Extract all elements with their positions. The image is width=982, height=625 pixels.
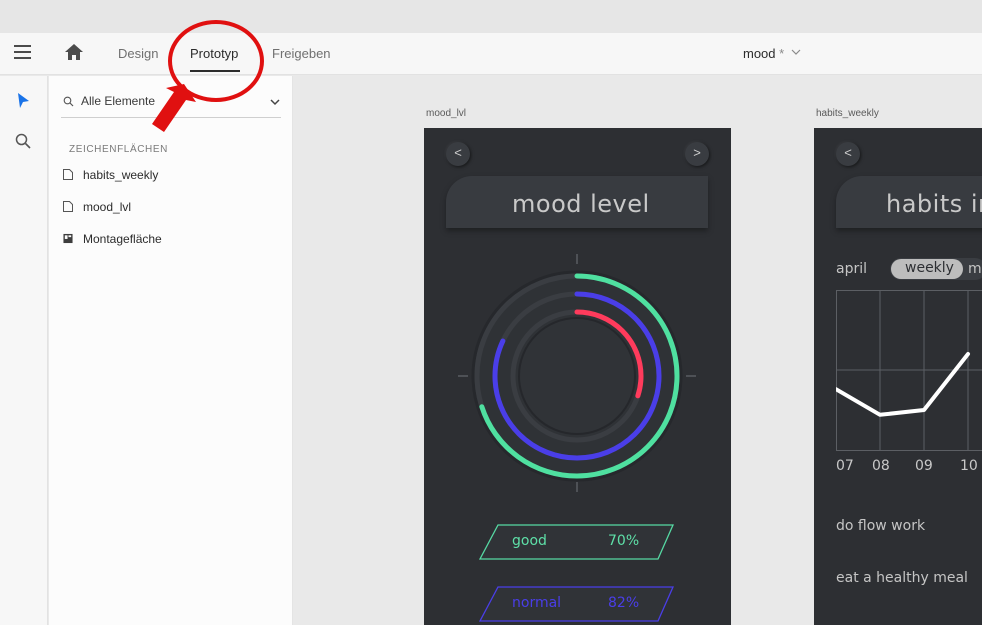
top-navigation-bar: Design Prototyp Freigeben mood * [0,33,982,75]
artboard-habits-weekly[interactable]: < habits in april weekly m 07 08 09 10 d… [814,128,982,625]
search-icon [63,96,74,107]
stat-label: normal [512,595,562,611]
layer-item-mood-lvl[interactable]: mood_lvl [61,196,281,218]
artboard-page-icon [63,169,73,180]
chevron-left-icon: < [844,145,852,160]
stat-value: 70% [608,533,640,549]
artboard-label-habits-weekly[interactable]: habits_weekly [816,108,879,119]
layer-item-montageflaeche[interactable]: Montagefläche [61,228,281,250]
section-label-artboards: ZEICHENFLÄCHEN [69,144,168,155]
select-tool-arrow-icon[interactable] [14,92,34,112]
document-title[interactable]: mood * [743,46,784,61]
habit-item: do flow work [836,518,926,534]
tab-share[interactable]: Freigeben [272,46,331,61]
chevron-right-icon: > [693,145,701,160]
chevron-down-icon[interactable] [790,47,802,57]
toggle-weekly-active[interactable]: weekly [891,259,963,279]
x-tick: 10 [960,458,978,474]
mood-stat-normal[interactable]: normal 82% [478,586,674,622]
back-button[interactable]: < [446,142,470,166]
toggle-weekly-label: weekly [905,260,954,276]
unsaved-indicator: * [779,46,785,61]
habit-trend-line [836,352,970,417]
habit-item: eat a healthy meal [836,570,968,586]
layer-item-habits-weekly[interactable]: habits_weekly [61,164,281,186]
chevron-left-icon: < [454,145,462,160]
artboard-page-icon [63,201,73,212]
mood-level-title: mood level [512,190,650,218]
x-tick: 07 [836,458,854,474]
stat-value: 82% [608,595,640,611]
month-label: april [836,261,868,277]
title-bar [0,0,982,33]
tool-rail [0,76,48,625]
search-icon[interactable] [14,132,34,152]
home-icon[interactable] [64,43,86,63]
x-tick: 08 [872,458,890,474]
habits-title: habits in [886,190,982,218]
x-tick: 09 [915,458,933,474]
mood-stat-good[interactable]: good 70% [478,524,674,560]
artboard-mood-lvl[interactable]: < > mood level good 70% normal 82% [424,128,731,625]
hamburger-menu-icon[interactable] [14,45,34,63]
design-canvas[interactable]: mood_lvl < > mood level good 70% normal … [294,76,982,625]
mood-rings-gauge [458,254,696,492]
board-layout-icon [63,233,73,244]
layer-item-label: mood_lvl [83,200,132,214]
app-window: Design Prototyp Freigeben mood * Alle El… [0,0,982,625]
stat-label: good [512,533,547,549]
tab-design[interactable]: Design [118,46,158,61]
chevron-down-icon [270,99,280,106]
layers-panel: Alle Elemente ZEICHENFLÄCHEN habits_week… [49,76,293,625]
artboard-label-mood-lvl[interactable]: mood_lvl [426,108,466,119]
next-button[interactable]: > [685,142,709,166]
habits-line-chart [836,290,982,451]
back-button[interactable]: < [836,142,860,166]
layer-item-label: habits_weekly [83,168,159,182]
layer-item-label: Montagefläche [83,232,162,246]
document-name: mood [743,46,776,61]
annotation-arrow [152,84,196,132]
toggle-monthly-label: m [968,261,982,277]
